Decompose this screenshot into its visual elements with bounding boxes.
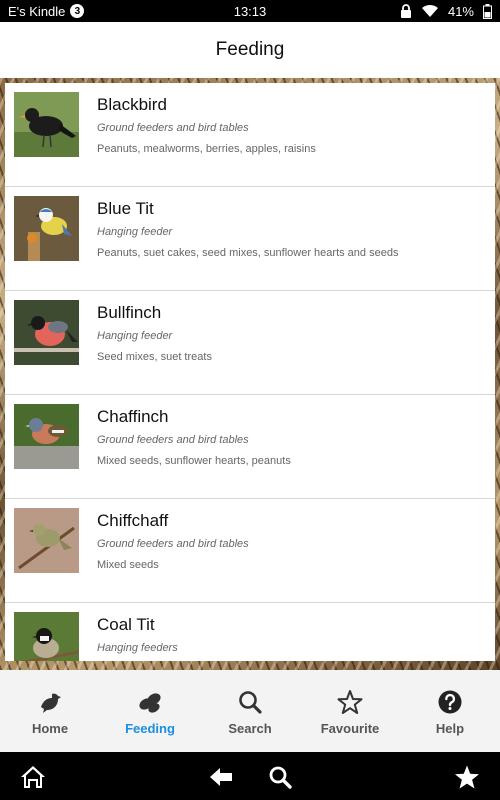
feeder-type: Hanging feeder	[97, 226, 173, 238]
star-icon[interactable]	[454, 764, 480, 790]
bird-thumbnail	[14, 196, 79, 261]
wifi-icon	[421, 4, 439, 18]
tab-bar: Home Feeding Search Favourite Help	[0, 670, 500, 752]
bird-name: Chaffinch	[97, 407, 169, 426]
bird-list[interactable]: Blackbird Ground feeders and bird tables…	[5, 83, 495, 661]
system-nav-bar	[0, 752, 500, 800]
tab-help[interactable]: Help	[400, 670, 500, 752]
feeder-type: Ground feeders and bird tables	[97, 122, 249, 134]
device-name: E's Kindle	[8, 3, 66, 19]
food-list: Seed mixes, suet treats	[97, 351, 212, 363]
list-item[interactable]: Chiffchaff Ground feeders and bird table…	[5, 499, 495, 603]
bird-name: Coal Tit	[97, 615, 155, 634]
help-icon	[438, 690, 462, 714]
battery-icon	[483, 3, 492, 19]
bird-thumbnail	[14, 404, 79, 469]
bird-thumbnail	[14, 300, 79, 365]
tab-label: Help	[435, 721, 465, 736]
bird-name: Chiffchaff	[97, 511, 169, 530]
bird-name: Blue Tit	[97, 199, 154, 218]
search-icon[interactable]	[267, 764, 293, 790]
bird-thumbnail	[14, 92, 79, 157]
home-icon[interactable]	[20, 764, 46, 790]
list-item[interactable]: Bullfinch Hanging feeder Seed mixes, sue…	[5, 291, 495, 395]
food-list: Mixed seeds, sunflower hearts, peanuts	[97, 455, 291, 467]
tab-home[interactable]: Home	[0, 670, 100, 752]
feeder-type: Ground feeders and bird tables	[97, 434, 249, 446]
feeder-type: Hanging feeders	[97, 642, 178, 654]
notification-badge[interactable]: 3	[70, 4, 85, 18]
back-arrow-icon[interactable]	[208, 764, 234, 790]
tab-label: Feeding	[125, 721, 175, 736]
status-bar: E's Kindle 3 13:13 41%	[0, 0, 500, 22]
tab-favourite[interactable]: Favourite	[300, 670, 400, 752]
food-list: Peanuts, suet cakes, seed mixes, sunflow…	[97, 247, 399, 259]
star-outline-icon	[337, 690, 363, 714]
feeder-type: Ground feeders and bird tables	[97, 538, 249, 550]
bird-name: Blackbird	[97, 95, 167, 114]
list-item[interactable]: Coal Tit Hanging feeders	[5, 603, 495, 661]
bird-thumbnail	[14, 612, 79, 661]
battery-percent: 41%	[447, 3, 474, 19]
bird-name: Bullfinch	[97, 303, 162, 322]
food-list: Mixed seeds	[97, 559, 159, 571]
feeder-type: Hanging feeder	[97, 330, 173, 342]
list-item[interactable]: Blue Tit Hanging feeder Peanuts, suet ca…	[5, 187, 495, 291]
tab-label: Favourite	[320, 721, 380, 736]
seeds-icon	[139, 693, 161, 713]
tab-label: Home	[31, 721, 69, 736]
lock-icon	[400, 4, 412, 18]
device-info: E's Kindle 3	[8, 3, 85, 19]
tab-search[interactable]: Search	[200, 670, 300, 752]
bird-thumbnail	[14, 508, 79, 573]
page-title: Feeding	[0, 22, 500, 78]
food-list: Peanuts, mealworms, berries, apples, rai…	[97, 143, 316, 155]
bird-icon	[41, 693, 61, 713]
list-item[interactable]: Chaffinch Ground feeders and bird tables…	[5, 395, 495, 499]
search-icon	[239, 691, 262, 714]
tab-label: Search	[228, 721, 272, 736]
list-item[interactable]: Blackbird Ground feeders and bird tables…	[5, 83, 495, 187]
tab-feeding[interactable]: Feeding	[100, 670, 200, 752]
